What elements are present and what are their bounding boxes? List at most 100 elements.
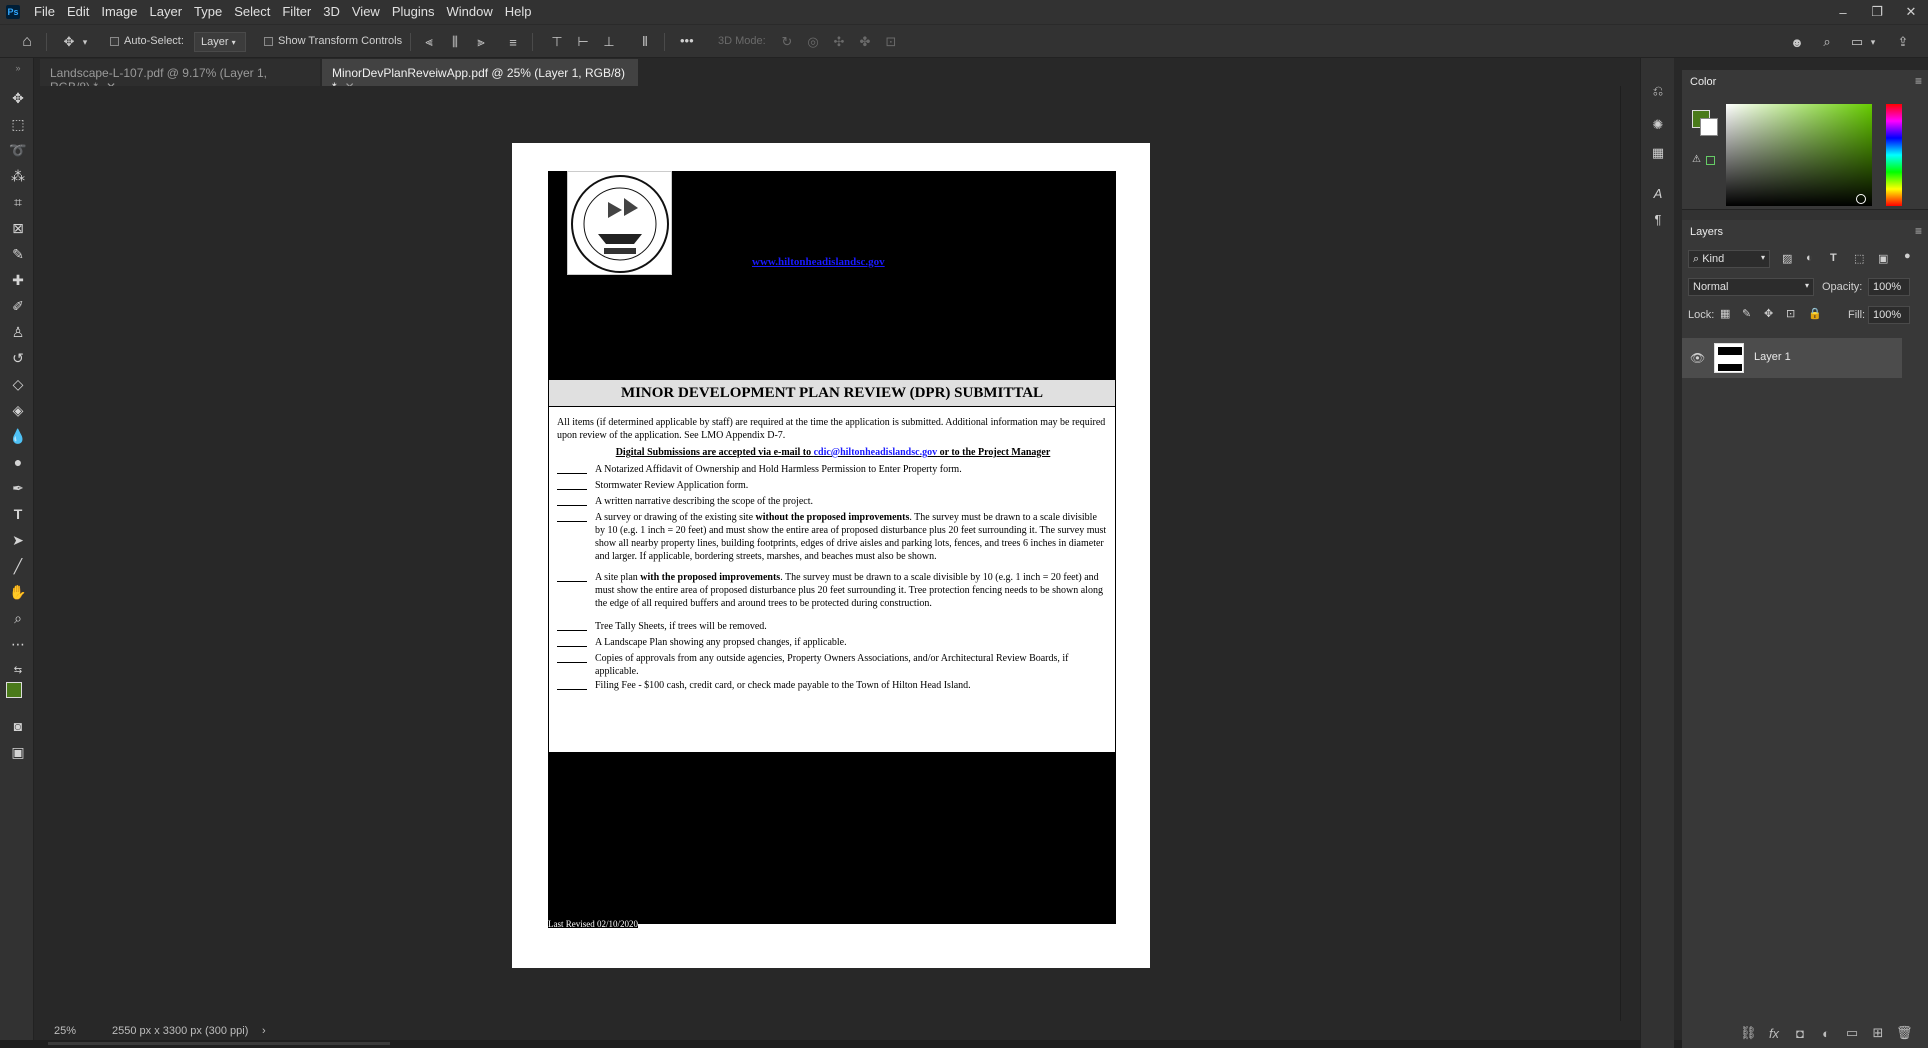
clone-stamp-tool-icon[interactable]: ♙ (8, 322, 28, 342)
menu-window[interactable]: Window (440, 0, 498, 24)
adjustments-icon[interactable]: ✺ (1649, 116, 1667, 134)
restore-button[interactable]: ❐ (1860, 0, 1894, 24)
layer-filter-kind[interactable]: ⌕ Kind ▾ (1688, 250, 1770, 268)
path-selection-tool-icon[interactable]: ➤ (8, 530, 28, 550)
delete-layer-icon[interactable]: 🗑 (1896, 1025, 1913, 1041)
menu-image[interactable]: Image (95, 0, 143, 24)
quick-mask-icon[interactable]: ◙ (8, 716, 28, 736)
eye-icon[interactable]: 👁 (1690, 351, 1705, 365)
menu-plugins[interactable]: Plugins (386, 0, 441, 24)
lock-transparent-icon[interactable]: ▦ (1720, 307, 1730, 320)
lock-image-icon[interactable]: ✎ (1742, 307, 1751, 320)
align-top-icon[interactable]: ⊤ (548, 33, 566, 51)
align-left-icon[interactable]: ⫷ (420, 33, 438, 51)
foreground-color-swatch[interactable] (6, 682, 22, 698)
color-picker-cursor[interactable] (1856, 194, 1866, 204)
filter-pixel-icon[interactable]: ▨ (1782, 252, 1792, 265)
eraser-tool-icon[interactable]: ◇ (8, 374, 28, 394)
more-tools-icon[interactable]: ⋯ (8, 634, 28, 654)
align-bottom-icon[interactable]: ⊥ (600, 33, 618, 51)
blend-mode-select[interactable]: Normal ▾ (1688, 278, 1814, 296)
menu-help[interactable]: Help (499, 0, 538, 24)
share-people-icon[interactable]: ☻ (1788, 33, 1806, 51)
dodge-tool-icon[interactable]: ● (8, 452, 28, 472)
brush-tool-icon[interactable]: ✐ (8, 296, 28, 316)
paint-bucket-tool-icon[interactable]: ◈ (8, 400, 28, 420)
distribute-icon[interactable]: ≡ (504, 33, 522, 51)
tab-color[interactable]: Color (1682, 70, 1725, 94)
auto-select-checkbox[interactable] (110, 37, 119, 46)
history-icon[interactable]: ⎌ (1649, 82, 1667, 100)
move-tool-icon[interactable]: ✥ (60, 33, 78, 51)
line-tool-icon[interactable]: ╱ (8, 556, 28, 576)
paragraph-icon[interactable]: ¶ (1649, 210, 1667, 228)
more-options-icon[interactable]: ••• (680, 33, 694, 48)
screen-mode-icon[interactable]: ▣ (8, 742, 28, 762)
menu-view[interactable]: View (346, 0, 386, 24)
opacity-input[interactable]: 100% (1868, 278, 1910, 296)
menu-select[interactable]: Select (228, 0, 276, 24)
filter-smart-object-icon[interactable]: ▣ (1878, 252, 1888, 265)
chevron-down-icon[interactable]: ▾ (80, 33, 90, 51)
add-mask-icon[interactable]: ◘ (1792, 1026, 1808, 1041)
layer-name[interactable]: Layer 1 (1754, 351, 1791, 363)
expand-panel-icon[interactable]: » (8, 63, 28, 73)
home-icon[interactable]: ⌂ (18, 33, 36, 51)
blur-tool-icon[interactable]: 💧 (8, 426, 28, 446)
chevron-down-icon[interactable]: ▾ (1868, 33, 1878, 51)
new-layer-icon[interactable]: ⊞ (1870, 1025, 1886, 1041)
menu-layer[interactable]: Layer (144, 0, 189, 24)
menu-edit[interactable]: Edit (61, 0, 95, 24)
status-menu-arrow-icon[interactable]: › (262, 1025, 266, 1037)
hue-slider[interactable] (1886, 104, 1902, 206)
layer-style-icon[interactable]: fx (1766, 1026, 1782, 1041)
lock-artboard-icon[interactable]: ⊡ (1786, 307, 1795, 320)
crop-tool-icon[interactable]: ⌗ (8, 192, 28, 212)
share-icon[interactable]: ⇪ (1894, 33, 1912, 51)
lock-all-icon[interactable]: 🔒 (1808, 307, 1822, 320)
history-brush-tool-icon[interactable]: ↺ (8, 348, 28, 368)
lasso-tool-icon[interactable]: ➰ (8, 140, 28, 160)
background-color-swatch[interactable] (1700, 118, 1718, 136)
auto-select-dropdown[interactable]: Layer ▾ (194, 32, 246, 52)
filter-adjustment-icon[interactable]: ◐ (1806, 252, 1813, 264)
menu-3d[interactable]: 3D (317, 0, 346, 24)
pen-tool-icon[interactable]: ✒ (8, 478, 28, 498)
filter-toggle-icon[interactable]: ● (1904, 250, 1911, 262)
align-middle-icon[interactable]: ⊢ (574, 33, 592, 51)
zoom-tool-icon[interactable]: ⌕ (8, 608, 28, 628)
color-picker-field[interactable] (1726, 104, 1872, 206)
email-link[interactable]: cdic@hiltonheadislandsc.gov (814, 447, 938, 458)
show-transform-checkbox[interactable] (264, 37, 273, 46)
brush-settings-icon[interactable]: ▦ (1649, 144, 1667, 162)
hand-tool-icon[interactable]: ✋ (8, 582, 28, 602)
adjustment-layer-icon[interactable]: ◐ (1818, 1026, 1834, 1041)
tab-layers[interactable]: Layers (1682, 220, 1732, 244)
move-tool-icon[interactable]: ✥ (8, 88, 28, 108)
close-button[interactable]: ✕ (1894, 0, 1928, 24)
healing-brush-tool-icon[interactable]: ✚ (8, 270, 28, 290)
horizontal-scrollbar[interactable] (0, 1040, 1928, 1048)
menu-filter[interactable]: Filter (276, 0, 317, 24)
tab-landscape[interactable]: Landscape-L-107.pdf @ 9.17% (Layer 1, RG… (40, 59, 320, 94)
document-canvas[interactable]: www.hiltonheadislandsc.gov MINOR DEVELOP… (512, 143, 1150, 968)
magic-wand-tool-icon[interactable]: ⁂ (8, 166, 28, 186)
scrollbar-thumb[interactable] (48, 1042, 390, 1045)
vertical-scrollbar[interactable] (1620, 86, 1634, 1021)
tab-minor-dev-plan[interactable]: MinorDevPlanReveiwApp.pdf @ 25% (Layer 1… (322, 59, 638, 94)
link-layers-icon[interactable]: ⛓ (1740, 1025, 1757, 1041)
panel-menu-icon[interactable]: ≡ (1915, 74, 1922, 88)
website-link[interactable]: www.hiltonheadislandsc.gov (752, 256, 885, 268)
menu-file[interactable]: File (28, 0, 61, 24)
eyedropper-tool-icon[interactable]: ✎ (8, 244, 28, 264)
layer-row[interactable]: 👁 Layer 1 (1682, 338, 1902, 378)
new-group-icon[interactable]: ▭ (1844, 1025, 1860, 1041)
marquee-tool-icon[interactable]: ⬚ (8, 114, 28, 134)
fill-input[interactable]: 100% (1868, 306, 1910, 324)
filter-shape-icon[interactable]: ⬚ (1854, 252, 1864, 265)
panel-menu-icon[interactable]: ≡ (1915, 224, 1922, 238)
align-center-icon[interactable]: ⫼ (446, 33, 464, 51)
swap-colors-icon[interactable]: ⇆ (8, 660, 28, 680)
type-tool-icon[interactable]: T (8, 504, 28, 524)
photoshop-logo-icon[interactable]: Ps (6, 5, 20, 19)
